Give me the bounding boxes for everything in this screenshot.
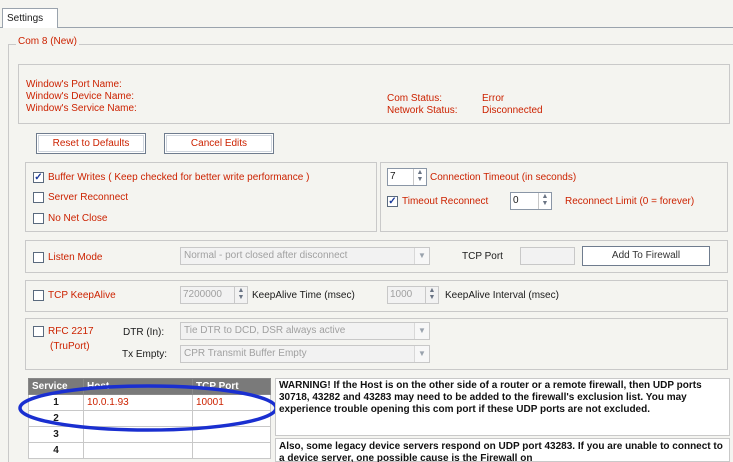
- timeout-reconnect-checkbox[interactable]: ✓: [387, 196, 398, 207]
- spinner-arrows-icon: ▲ ▼: [413, 169, 426, 185]
- port-name-label: Window's Port Name:: [26, 79, 122, 90]
- spinner-arrows-icon: ▲ ▼: [425, 287, 438, 303]
- spinner-arrows-icon: ▲ ▼: [538, 193, 551, 209]
- timeout-reconnect-label: Timeout Reconnect: [402, 196, 489, 207]
- warning-text: WARNING! If the Host is on the other sid…: [279, 380, 702, 415]
- buffer-writes-label: Buffer Writes ( Keep checked for better …: [48, 172, 310, 183]
- connection-timeout-label: Connection Timeout (in seconds): [430, 172, 577, 183]
- listen-mode-value: Normal - port closed after disconnect: [184, 250, 348, 261]
- dtr-label: DTR (In):: [123, 327, 165, 338]
- tcp-keepalive-checkbox[interactable]: [33, 290, 44, 301]
- reconnect-limit-label: Reconnect Limit (0 = forever): [565, 196, 695, 207]
- network-status-value: Disconnected: [482, 105, 543, 116]
- truport-label: (TruPort): [50, 341, 90, 352]
- highlight-ellipse: [18, 384, 278, 432]
- com-status-value: Error: [482, 93, 505, 104]
- tx-empty-select[interactable]: CPR Transmit Buffer Empty ▼: [180, 345, 430, 363]
- tx-empty-label: Tx Empty:: [122, 349, 168, 360]
- spinner-arrows-icon: ▲ ▼: [234, 287, 247, 303]
- device-name-label: Window's Device Name:: [26, 91, 135, 102]
- tab-settings[interactable]: Settings: [2, 8, 58, 28]
- no-net-close-label: No Net Close: [48, 213, 108, 224]
- rfc2217-label: RFC 2217: [48, 326, 94, 337]
- keepalive-time-spinner[interactable]: 7200000 ▲ ▼: [180, 286, 248, 304]
- server-reconnect-checkbox[interactable]: [33, 192, 44, 203]
- reset-defaults-button[interactable]: Reset to Defaults: [36, 133, 146, 154]
- tx-empty-value: CPR Transmit Buffer Empty: [184, 348, 307, 359]
- network-status-label: Network Status:: [387, 105, 458, 116]
- server-reconnect-label: Server Reconnect: [48, 192, 129, 203]
- table-row[interactable]: 4: [28, 442, 271, 459]
- reconnect-limit-spinner[interactable]: 0 ▲ ▼: [510, 192, 552, 210]
- keepalive-interval-spinner[interactable]: 1000 ▲ ▼: [387, 286, 439, 304]
- tab-strip-line: [0, 27, 733, 28]
- tcp-port-label: TCP Port: [462, 251, 503, 262]
- reconnect-limit-value: 0: [513, 195, 519, 206]
- chevron-down-icon: ▼: [414, 323, 429, 339]
- chevron-down-icon: ▼: [414, 248, 429, 264]
- host-cell[interactable]: [83, 442, 193, 459]
- rfc2217-checkbox[interactable]: [33, 326, 44, 337]
- keepalive-panel: [25, 280, 728, 312]
- no-net-close-checkbox[interactable]: [33, 213, 44, 224]
- dtr-select[interactable]: Tie DTR to DCD, DSR always active ▼: [180, 322, 430, 340]
- keepalive-time-value: 7200000: [183, 289, 222, 300]
- keepalive-time-label: KeepAlive Time (msec): [252, 290, 355, 301]
- keepalive-interval-label: KeepAlive Interval (msec): [445, 290, 559, 301]
- chevron-down-icon: ▼: [414, 346, 429, 362]
- add-to-firewall-button[interactable]: Add To Firewall: [582, 246, 710, 266]
- cancel-edits-button[interactable]: Cancel Edits: [164, 133, 274, 154]
- buffer-writes-checkbox[interactable]: ✓: [33, 172, 44, 183]
- tcp-port-input[interactable]: [520, 247, 575, 265]
- listen-mode-checkbox[interactable]: [33, 252, 44, 263]
- connection-timeout-spinner[interactable]: 7 ▲ ▼: [387, 168, 427, 186]
- com-status-label: Com Status:: [387, 93, 443, 104]
- service-name-label: Window's Service Name:: [26, 103, 137, 114]
- dtr-value: Tie DTR to DCD, DSR always active: [184, 325, 346, 336]
- tcp-keepalive-label: TCP KeepAlive: [48, 290, 116, 301]
- connection-timeout-value: 7: [390, 171, 396, 182]
- service-cell: 4: [28, 442, 84, 459]
- group-title: Com 8 (New): [16, 36, 79, 47]
- listen-mode-select[interactable]: Normal - port closed after disconnect ▼: [180, 247, 430, 265]
- port-cell[interactable]: [192, 442, 271, 459]
- listen-mode-label: Listen Mode: [48, 252, 103, 263]
- legacy-note-text: Also, some legacy device servers respond…: [279, 441, 723, 462]
- keepalive-interval-value: 1000: [390, 289, 413, 300]
